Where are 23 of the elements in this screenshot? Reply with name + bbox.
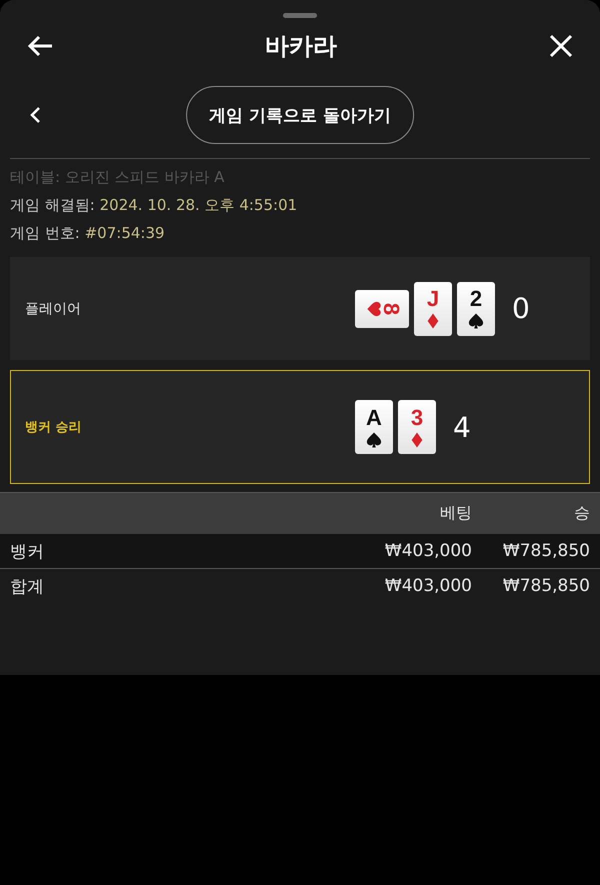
- hand-score: 0: [512, 292, 530, 325]
- table-cell-text: ₩403,000: [384, 541, 472, 561]
- header-title: 바카라: [265, 30, 337, 62]
- table-cell-text: ₩785,850: [502, 576, 590, 596]
- column-header: 베팅: [439, 503, 472, 524]
- table-cell-text: 합계: [10, 576, 45, 598]
- info-line: 테이블: 오리진 스피드 바카라 A: [10, 167, 226, 188]
- info-line: 게임 해결됨: 2024. 10. 28. 오후 4:55:01: [10, 195, 298, 216]
- drag-handle[interactable]: [283, 13, 317, 18]
- card-rank: A: [366, 406, 382, 428]
- info-line: 게임 번호: #07:54:39: [10, 223, 166, 244]
- hand-score: 4: [453, 410, 471, 444]
- card-rank: 2: [470, 288, 482, 310]
- hand-label: 뱅커 승리: [25, 419, 83, 436]
- card-rank: 8: [380, 302, 402, 315]
- table-cell-text: ₩785,850: [502, 541, 590, 561]
- card-rank: 3: [410, 406, 424, 428]
- table-cell-text: 뱅커: [10, 540, 45, 562]
- back-to-history-button[interactable]: 게임 기록으로 돌아가기: [186, 86, 414, 144]
- table-cell-text: ₩403,000: [384, 576, 472, 596]
- hand-label: 플레이어: [25, 300, 82, 318]
- column-header: 승: [573, 503, 590, 524]
- card-rank: J: [426, 288, 440, 310]
